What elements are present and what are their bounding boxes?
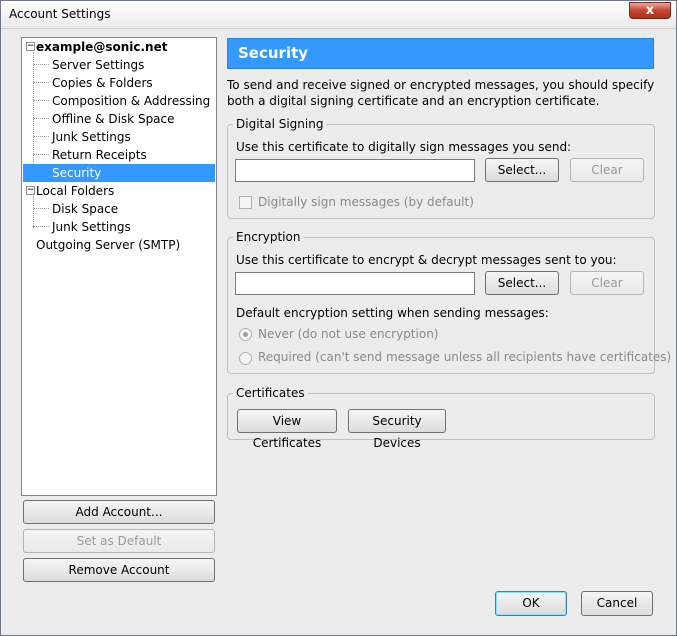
- select-label: Select...: [497, 163, 547, 177]
- encryption-required-label: Required (can't send message unless all …: [258, 350, 672, 364]
- panel-title: Security: [238, 44, 309, 62]
- collapse-icon[interactable]: −: [26, 42, 35, 51]
- tree-line: [33, 196, 34, 228]
- signing-clear-button[interactable]: Clear: [570, 158, 644, 182]
- encryption-certificate-field[interactable]: [235, 272, 475, 295]
- signing-certificate-prompt: Use this certificate to digitally sign m…: [236, 140, 572, 154]
- close-button[interactable]: x: [629, 2, 671, 19]
- tree-line: [33, 226, 49, 227]
- tree-item-label: Junk Settings: [52, 130, 131, 144]
- tree-line: [33, 208, 49, 209]
- panel-header: Security: [227, 38, 654, 69]
- tree-line: [33, 82, 49, 83]
- window-title: Account Settings: [9, 7, 111, 21]
- encryption-clear-button[interactable]: Clear: [570, 271, 644, 295]
- tree-item-composition-addressing[interactable]: Composition & Addressing: [52, 92, 210, 110]
- tree-item-label: Return Receipts: [52, 148, 147, 162]
- account-settings-window: Account Settings x − example@sonic.net S…: [0, 0, 677, 636]
- view-certificates-button[interactable]: View Certificates: [237, 409, 337, 450]
- tree-item-disk-space[interactable]: Disk Space: [52, 200, 118, 218]
- account-tree[interactable]: − example@sonic.net Server Settings Copi…: [21, 37, 217, 496]
- tree-item-server-settings[interactable]: Server Settings: [52, 56, 144, 74]
- encryption-required-radio[interactable]: [239, 352, 252, 365]
- tree-item-label: Copies & Folders: [52, 76, 153, 90]
- sign-by-default-label: Digitally sign messages (by default): [258, 195, 474, 209]
- tree-item-local-junk-settings[interactable]: Junk Settings: [52, 218, 131, 236]
- encryption-never-radio[interactable]: [239, 328, 252, 341]
- sign-by-default-checkbox[interactable]: [239, 196, 252, 209]
- tree-item-copies-folders[interactable]: Copies & Folders: [52, 74, 153, 92]
- tree-line: [33, 136, 49, 137]
- tree-line: [33, 52, 34, 170]
- tree-item-junk-settings[interactable]: Junk Settings: [52, 128, 131, 146]
- tree-item-label: example@sonic.net: [36, 40, 168, 54]
- tree-item-label: Disk Space: [52, 202, 119, 216]
- clear-label: Clear: [591, 163, 623, 177]
- add-account-label: Add Account...: [75, 505, 163, 519]
- close-icon: x: [645, 3, 655, 18]
- set-as-default-button[interactable]: Set as Default: [23, 529, 215, 553]
- tree-line: [33, 154, 49, 155]
- encryption-group-label: Encryption: [233, 230, 304, 244]
- tree-item-label: Local Folders: [36, 184, 115, 198]
- tree-line: [33, 100, 49, 101]
- tree-item-offline-disk-space[interactable]: Offline & Disk Space: [52, 110, 175, 128]
- digital-signing-group-label: Digital Signing: [233, 117, 327, 131]
- tree-item-label: Junk Settings: [52, 220, 131, 234]
- default-encryption-label: Default encryption setting when sending …: [236, 306, 549, 320]
- tree-item-outgoing-server[interactable]: Outgoing Server (SMTP): [36, 236, 180, 254]
- select-label: Select...: [497, 276, 547, 290]
- security-devices-label: Security Devices: [372, 414, 422, 450]
- signing-certificate-field[interactable]: [235, 159, 475, 182]
- tree-item-label: Server Settings: [52, 58, 145, 72]
- security-intro-text: To send and receive signed or encrypted …: [227, 78, 655, 108]
- cancel-button[interactable]: Cancel: [581, 591, 653, 616]
- tree-item-label: Composition & Addressing: [52, 94, 211, 108]
- certificates-group-label: Certificates: [233, 386, 308, 400]
- cancel-label: Cancel: [596, 596, 638, 610]
- tree-item-label: Security: [52, 166, 102, 180]
- tree-item-label: Outgoing Server (SMTP): [36, 238, 181, 252]
- tree-item-security[interactable]: Security: [23, 164, 215, 182]
- signing-select-button[interactable]: Select...: [485, 158, 559, 182]
- ok-label: OK: [522, 596, 540, 610]
- view-certificates-label: View Certificates: [252, 414, 322, 450]
- add-account-button[interactable]: Add Account...: [23, 500, 215, 524]
- collapse-icon[interactable]: −: [26, 186, 35, 195]
- title-bar[interactable]: Account Settings x: [1, 1, 676, 29]
- tree-item-return-receipts[interactable]: Return Receipts: [52, 146, 147, 164]
- clear-label: Clear: [591, 276, 623, 290]
- remove-account-button[interactable]: Remove Account: [23, 558, 215, 582]
- set-as-default-label: Set as Default: [76, 534, 162, 548]
- remove-account-label: Remove Account: [68, 563, 170, 577]
- ok-button[interactable]: OK: [495, 591, 567, 616]
- tree-item-label: Offline & Disk Space: [52, 112, 175, 126]
- encryption-select-button[interactable]: Select...: [485, 271, 559, 295]
- encryption-certificate-prompt: Use this certificate to encrypt & decryp…: [236, 253, 617, 267]
- tree-line: [33, 64, 49, 65]
- security-devices-button[interactable]: Security Devices: [348, 409, 446, 450]
- encryption-never-label: Never (do not use encryption): [258, 327, 439, 341]
- tree-line: [33, 118, 49, 119]
